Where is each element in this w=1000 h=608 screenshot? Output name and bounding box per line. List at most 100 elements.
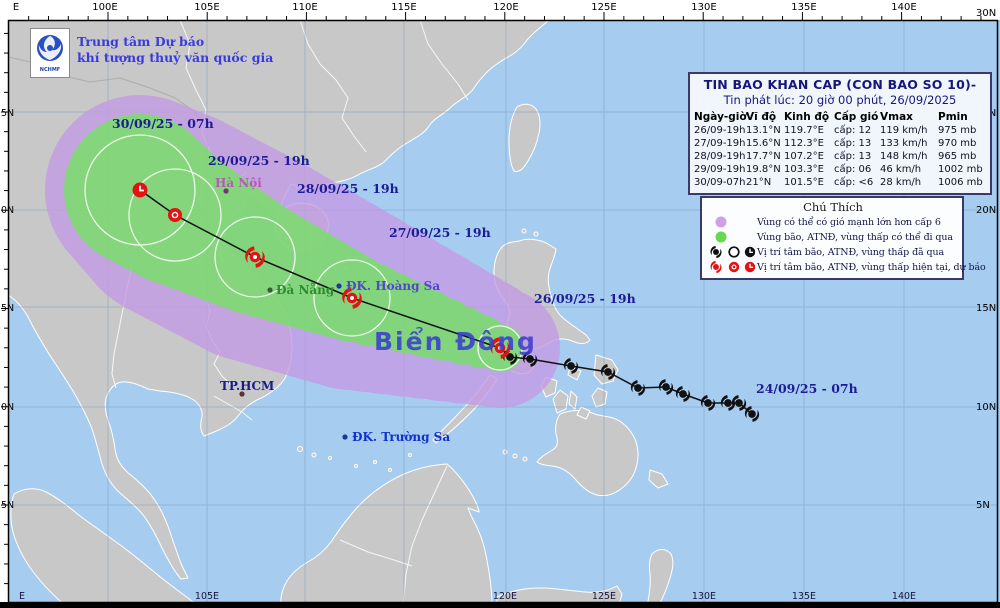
table-cell: Vmax (880, 111, 913, 123)
latitude-label-right: 15N (976, 303, 996, 314)
table-cell: 26/09-19h (694, 125, 746, 136)
table-cell: 119 km/h (880, 125, 928, 136)
track-date-label: 28/09/25 - 19h (297, 181, 399, 196)
latitude-label-left: 0N (1, 402, 14, 413)
forecast-table-row: 30/09-07h 21°N 101.5°E cấp: <6 28 km/h 1006 m… (694, 176, 986, 189)
agency-logo: NCHMF (30, 28, 70, 78)
legend-item: Vị trí tâm bão, ATNĐ, vùng thấp hiện tại… (707, 260, 986, 274)
sea-name-label: Biển Đông (374, 326, 537, 356)
table-cell: 1002 mb (938, 164, 983, 175)
legend-title: Chú Thích (803, 200, 863, 214)
agency-name-line2: khí tượng thuỷ văn quốc gia (77, 50, 274, 66)
longitude-label-bottom: 140E (892, 591, 916, 602)
track-date-label: 30/09/25 - 07h (112, 116, 214, 131)
island-spratly (373, 460, 377, 464)
track-date-label: 24/09/25 - 07h (756, 381, 858, 396)
agency-logo-emblem (37, 34, 63, 61)
longitude-label-top: 140E (891, 2, 916, 13)
table-cell: 1006 mb (938, 177, 983, 188)
latitude-label-right: 5N (976, 500, 990, 511)
legend-item-label: Vùng có thể có gió mạnh lớn hơn cấp 6 (757, 216, 941, 228)
bulletin-issued-time: Tin phát lúc: 20 giờ 00 phút, 26/09/2025 (723, 93, 957, 107)
latitude-label-left: 0N (1, 205, 14, 216)
table-cell: 15.6°N (746, 138, 781, 149)
table-cell: 107.2°E (784, 151, 824, 162)
city-dot (267, 287, 273, 293)
forecast-table-header: Ngày-giờ Vĩ độ Kinh độ Cấp gió Vmax Pmin (694, 110, 986, 124)
island-spratly (408, 453, 412, 457)
agency-name: Trung tâm Dự báo khí tượng thuỷ văn quốc… (77, 28, 273, 67)
island-babuyan (533, 231, 539, 237)
longitude-label-top: 125E (591, 2, 616, 13)
island-spratly (328, 456, 332, 460)
table-cell: 119.7°E (784, 125, 824, 136)
typhoon-eye (253, 255, 257, 259)
depression-marker (168, 208, 182, 222)
city-dot (336, 283, 342, 289)
table-cell: Vĩ độ (746, 111, 777, 123)
bulletin-title: TIN BAO KHAN CAP (CON BAO SO 10)- (703, 77, 977, 92)
city-label: ĐK. Trường Sa (352, 430, 450, 444)
island-sulu (512, 453, 518, 459)
legend-area-swatch (715, 231, 727, 243)
table-cell: 13.1°N (746, 125, 781, 136)
agency-branding: NCHMF Trung tâm Dự báo khí tượng thuỷ vă… (30, 28, 273, 78)
longitude-label-bottom: 135E (792, 591, 816, 602)
typhoon-eye (350, 296, 354, 300)
table-cell: 112.3°E (784, 138, 824, 149)
city-label: Đà Nẵng (276, 282, 335, 297)
forecast-table: Ngày-giờ Vĩ độ Kinh độ Cấp gió Vmax Pmin 26/09… (694, 110, 986, 189)
legend-item: Vị trí tâm bão, ATNĐ, vùng thấp đã qua (707, 245, 959, 259)
longitude-label-top: 130E (691, 2, 716, 13)
legend-box: Chú Thích Vùng có thể có gió mạnh lớn hơ… (700, 196, 986, 280)
longitude-label-top: 105E (194, 2, 219, 13)
table-cell: Ngày-giờ (694, 111, 747, 123)
island-spratly (388, 468, 392, 472)
legend-symbol-swatch (710, 245, 755, 259)
table-cell: 19.8°N (746, 164, 781, 175)
track-date-label: 29/09/25 - 19h (208, 153, 310, 168)
legend-item: Vùng có thể có gió mạnh lớn hơn cấp 6 (707, 215, 959, 229)
longitude-label-bottom: 125E (592, 591, 616, 602)
table-cell: 970 mb (938, 138, 977, 149)
legend-symbol-swatch (710, 260, 755, 274)
longitude-label-bottom: 130E (692, 591, 716, 602)
longitude-label-top: 120E (493, 2, 518, 13)
table-cell: 28 km/h (880, 177, 922, 188)
legend-area-swatch (715, 216, 727, 228)
forecast-table-row: 27/09-19h 15.6°N 112.3°E cấp: 13 133 km/h 970… (694, 137, 986, 150)
latitude-label-right: 20N (976, 205, 996, 216)
longitude-label-bottom: 105E (195, 591, 219, 602)
track-date-label: 27/09/25 - 19h (389, 225, 491, 240)
table-cell: 28/09-19h (694, 151, 746, 162)
table-cell: Cấp gió (834, 111, 879, 123)
table-cell: cấp: 06 (834, 164, 872, 175)
table-cell: 29/09-19h (694, 164, 746, 175)
bulletin-info-box: TIN BAO KHAN CAP (CON BAO SO 10)- Tin ph… (688, 72, 992, 195)
typhoon-forecast-map: Biển Đông 30/09/25 - 07h 29/09/25 - 19h 28/… (0, 0, 1000, 608)
table-cell: 965 mb (938, 151, 977, 162)
latitude-label-left: 5N (1, 108, 14, 119)
island-babuyan (521, 228, 527, 234)
table-cell: cấp: 13 (834, 138, 872, 149)
table-cell: 148 km/h (880, 151, 928, 162)
table-cell: cấp: 13 (834, 151, 872, 162)
track-date-label: 26/09/25 - 19h (534, 291, 636, 306)
longitude-label-bottom: 120E (493, 591, 517, 602)
table-cell: 133 km/h (880, 138, 928, 149)
island-sulu (522, 456, 528, 462)
agency-name-line1: Trung tâm Dự báo (77, 34, 205, 49)
latitude-label-left: 5N (1, 303, 14, 314)
longitude-label-top: E (13, 2, 19, 13)
island-spratly (354, 464, 358, 468)
legend-items: Vùng có thể có gió mạnh lớn hơn cấp 6 Vùn… (707, 215, 986, 274)
island-condao (311, 452, 317, 458)
city-label: TP.HCM (220, 379, 274, 393)
forecast-table-row: 29/09-19h 19.8°N 103.3°E cấp: 06 46 km/h 1002… (694, 163, 986, 176)
city-dot (342, 434, 348, 440)
table-cell: 27/09-19h (694, 138, 746, 149)
table-cell: 17.7°N (746, 151, 781, 162)
table-cell: 103.3°E (784, 164, 824, 175)
table-cell: 46 km/h (880, 164, 922, 175)
table-cell: 21°N (746, 177, 772, 188)
